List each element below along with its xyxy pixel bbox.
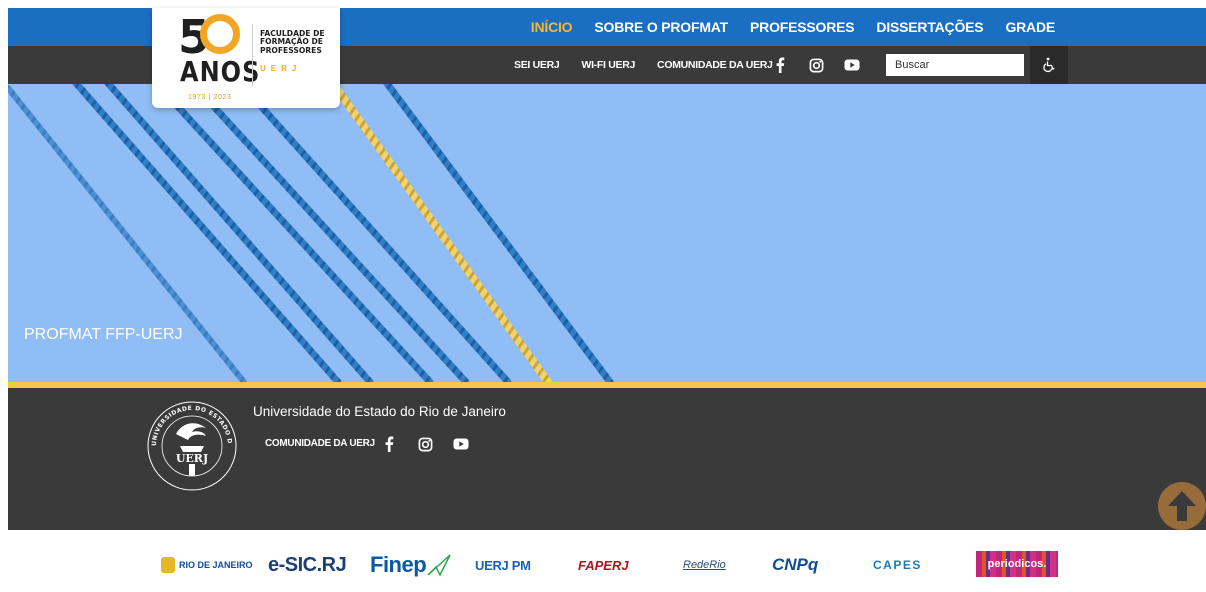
ropes-illustration [8,84,614,382]
logo-faculty-name: FACULDADE DE FORMAÇÃO DE PROFESSORES [260,29,325,55]
back-to-top-button[interactable] [1158,482,1206,530]
partner-cnpq[interactable]: CNPq [772,538,818,592]
facebook-icon[interactable] [772,57,788,73]
partner-capes[interactable]: CAPES [873,538,922,592]
arrow-up-icon [1168,491,1196,521]
nav-sobre-o-profmat[interactable]: SOBRE O PROFMAT [583,19,739,35]
logo-uerj: UERJ [260,64,302,73]
nav-professores[interactable]: PROFESSORES [739,19,865,35]
partner-uerj-pm[interactable]: UERJ PM [475,538,531,592]
link-comunidade-uerj[interactable]: COMUNIDADE DA UERJ [657,59,773,71]
partner-finep[interactable]: Finep [370,538,452,592]
logo-ring [200,14,240,54]
footer-social-links [381,436,469,452]
youtube-icon[interactable] [844,57,860,73]
nav-dissertacoes[interactable]: DISSERTAÇÕES [865,19,994,35]
nav-inicio[interactable]: INÍCIO [520,19,584,35]
uerj-seal-logo[interactable]: UERJ UNIVERSIDADE DO ESTADO DO RIO DE JA… [146,400,238,492]
partner-logos: RIO DE JANEIRO e-SIC.RJ Finep UERJ PM FA… [8,538,1206,592]
partner-faperj[interactable]: FAPERJ [578,538,629,592]
logo-divider [252,24,253,86]
link-wifi-uerj[interactable]: WI-FI UERJ [581,59,635,71]
search-input[interactable] [886,54,1024,76]
footer: UERJ UNIVERSIDADE DO ESTADO DO RIO DE JA… [8,388,1206,530]
logo-faculty-line-3: PROFESSORES [260,45,322,55]
partner-periodicos[interactable]: periodicos. [976,551,1058,577]
partner-rj-label: RIO DE JANEIRO [179,560,253,570]
hero-caption: PROFMAT FFP-UERJ [24,326,183,343]
partner-rio-de-janeiro[interactable]: RIO DE JANEIRO [161,538,253,592]
hero-banner: PROFMAT FFP-UERJ [8,84,1206,382]
rj-emblem-icon [161,557,175,573]
accessibility-button[interactable] [1030,46,1068,84]
quick-links: SEI UERJ WI-FI UERJ COMUNIDADE DA UERJ [514,46,795,84]
facebook-icon[interactable] [381,436,397,452]
finep-arrow-icon [427,554,451,577]
svg-text:UERJ: UERJ [176,452,208,465]
faculty-50-years-logo[interactable]: 5 ANOS 1973 | 2023 FACULDADE DE FORMAÇÃO… [152,8,340,108]
instagram-icon[interactable] [417,436,433,452]
main-menu: INÍCIO SOBRE O PROFMAT PROFESSORES DISSE… [520,8,1066,46]
header-social-links [772,57,860,73]
wheelchair-icon [1043,57,1055,73]
partner-finep-label: Finep [370,552,427,577]
logo-anos: ANOS [180,55,261,89]
instagram-icon[interactable] [808,57,824,73]
logo-years: 1973 | 2023 [188,94,232,101]
footer-community-link[interactable]: COMUNIDADE DA UERJ [265,438,375,449]
youtube-icon[interactable] [453,436,469,452]
university-name: Universidade do Estado do Rio de Janeiro [253,404,506,419]
svg-text:UNIVERSIDADE DO ESTADO DO RIO: UNIVERSIDADE DO ESTADO DO RIO DE JANEIRO [146,400,233,446]
link-sei-uerj[interactable]: SEI UERJ [514,59,560,71]
nav-grade[interactable]: GRADE [994,19,1066,35]
partner-rederio[interactable]: RedeRio [683,538,726,592]
page: INÍCIO SOBRE O PROFMAT PROFESSORES DISSE… [8,8,1206,592]
partner-esic[interactable]: e-SIC.RJ [268,538,347,592]
